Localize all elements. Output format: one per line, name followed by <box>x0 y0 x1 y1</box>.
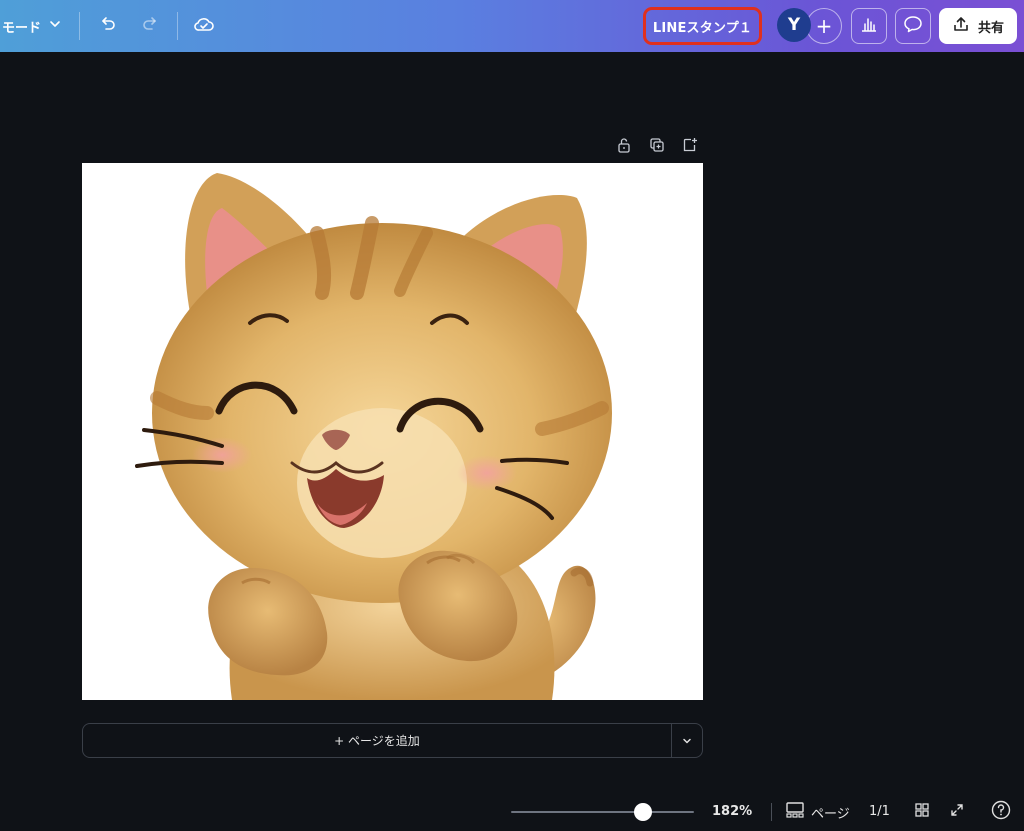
bottombar-divider <box>771 803 772 821</box>
grid-view-button[interactable] <box>912 802 932 822</box>
redo-icon <box>140 14 160 38</box>
comments-button[interactable] <box>895 8 931 44</box>
add-collaborator-button[interactable]: + <box>806 8 842 44</box>
avatar[interactable]: Y <box>777 8 811 42</box>
help-icon <box>991 800 1011 824</box>
zoom-slider-track[interactable] <box>511 811 694 813</box>
pages-view-button[interactable]: ページ <box>785 801 850 823</box>
add-page-button[interactable]: + ページを追加 <box>83 724 671 757</box>
share-button[interactable]: 共有 <box>939 8 1017 44</box>
add-page-label: + ページを追加 <box>334 734 420 748</box>
upload-icon <box>952 15 970 37</box>
design-canvas[interactable] <box>82 163 703 700</box>
chevron-down-icon <box>49 18 61 34</box>
help-button[interactable] <box>991 800 1011 824</box>
lock-page-button[interactable] <box>614 137 634 157</box>
mode-dropdown[interactable]: モード <box>0 12 61 40</box>
duplicate-icon <box>649 137 665 157</box>
cloud-save-status-button[interactable] <box>192 14 216 38</box>
unlock-icon <box>616 137 632 157</box>
design-title: LINEスタンプ１ <box>652 20 753 36</box>
undo-button[interactable] <box>96 14 120 38</box>
expand-icon <box>949 802 965 822</box>
add-page-bar: + ページを追加 <box>82 723 703 758</box>
fullscreen-button[interactable] <box>947 802 967 822</box>
design-title-button[interactable]: LINEスタンプ１ <box>643 7 762 45</box>
mode-label: モード <box>2 20 42 36</box>
add-page-icon <box>682 137 698 157</box>
grid-icon <box>914 802 930 822</box>
page-count: 1/1 <box>869 804 890 819</box>
toolbar-divider <box>79 12 80 40</box>
insights-button[interactable] <box>851 8 887 44</box>
plus-icon: + <box>815 14 833 38</box>
toolbar-divider <box>177 12 178 40</box>
zoom-slider-thumb[interactable] <box>634 803 652 821</box>
bar-chart-icon <box>860 15 878 37</box>
undo-icon <box>98 14 118 38</box>
add-page-icon-button[interactable] <box>680 137 700 157</box>
pages-icon <box>785 801 805 823</box>
comment-icon <box>903 14 923 38</box>
chevron-down-icon <box>682 731 692 750</box>
share-label: 共有 <box>977 20 1004 36</box>
cloud-check-icon <box>193 14 215 38</box>
redo-button[interactable] <box>138 14 162 38</box>
top-toolbar: モード LINEスタンプ１ + Y 共有 <box>0 0 1024 52</box>
zoom-level[interactable]: 182% <box>712 804 752 819</box>
pages-label: ページ <box>811 806 850 822</box>
kitten-illustration <box>135 173 612 700</box>
duplicate-page-button[interactable] <box>647 137 667 157</box>
add-page-options-button[interactable] <box>672 724 702 757</box>
avatar-initial: Y <box>787 15 801 35</box>
